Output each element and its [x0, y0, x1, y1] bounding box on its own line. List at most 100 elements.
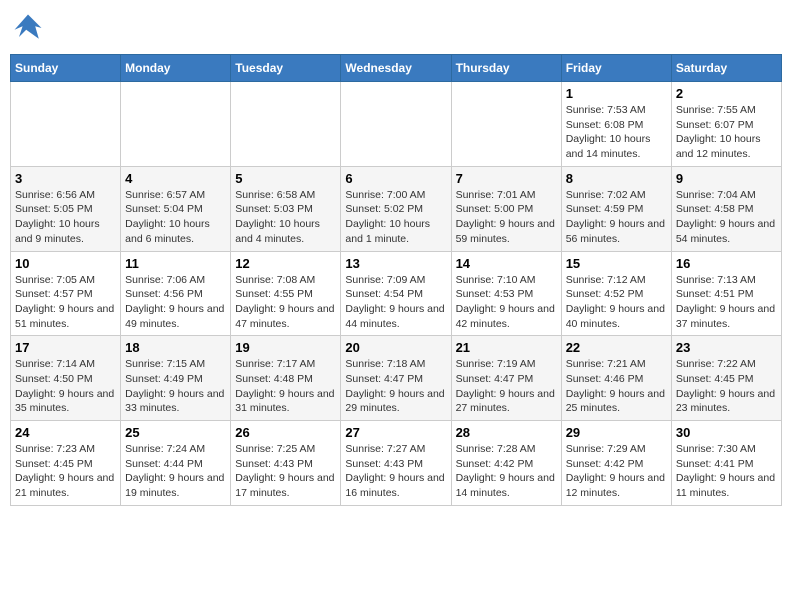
day-info: Sunrise: 7:53 AM Sunset: 6:08 PM Dayligh… — [566, 103, 667, 162]
day-info: Sunrise: 6:58 AM Sunset: 5:03 PM Dayligh… — [235, 188, 336, 247]
day-info: Sunrise: 7:02 AM Sunset: 4:59 PM Dayligh… — [566, 188, 667, 247]
day-info: Sunrise: 7:12 AM Sunset: 4:52 PM Dayligh… — [566, 273, 667, 332]
day-info: Sunrise: 7:17 AM Sunset: 4:48 PM Dayligh… — [235, 357, 336, 416]
day-number: 2 — [676, 86, 777, 101]
calendar-cell: 11 Sunrise: 7:06 AM Sunset: 4:56 PM Dayli… — [121, 251, 231, 336]
calendar-cell: 27 Sunrise: 7:27 AM Sunset: 4:43 PM Dayli… — [341, 421, 451, 506]
day-info: Sunrise: 7:14 AM Sunset: 4:50 PM Dayligh… — [15, 357, 116, 416]
day-info: Sunrise: 7:29 AM Sunset: 4:42 PM Dayligh… — [566, 442, 667, 501]
calendar-week-5: 24 Sunrise: 7:23 AM Sunset: 4:45 PM Dayli… — [11, 421, 782, 506]
calendar-cell: 22 Sunrise: 7:21 AM Sunset: 4:46 PM Dayli… — [561, 336, 671, 421]
header-sunday: Sunday — [11, 55, 121, 82]
day-info: Sunrise: 7:28 AM Sunset: 4:42 PM Dayligh… — [456, 442, 557, 501]
day-number: 4 — [125, 171, 226, 186]
day-info: Sunrise: 6:56 AM Sunset: 5:05 PM Dayligh… — [15, 188, 116, 247]
logo — [10, 10, 50, 46]
day-number: 15 — [566, 256, 667, 271]
calendar-week-4: 17 Sunrise: 7:14 AM Sunset: 4:50 PM Dayli… — [11, 336, 782, 421]
day-info: Sunrise: 7:21 AM Sunset: 4:46 PM Dayligh… — [566, 357, 667, 416]
day-number: 17 — [15, 340, 116, 355]
day-number: 23 — [676, 340, 777, 355]
day-number: 21 — [456, 340, 557, 355]
header-thursday: Thursday — [451, 55, 561, 82]
calendar-cell: 20Sunrise: 7:18 AM Sunset: 4:47 PM Dayli… — [341, 336, 451, 421]
calendar-cell: 3 Sunrise: 6:56 AM Sunset: 5:05 PM Daylig… — [11, 166, 121, 251]
day-number: 28 — [456, 425, 557, 440]
day-info: Sunrise: 7:30 AM Sunset: 4:41 PM Dayligh… — [676, 442, 777, 501]
header-saturday: Saturday — [671, 55, 781, 82]
day-info: Sunrise: 7:19 AM Sunset: 4:47 PM Dayligh… — [456, 357, 557, 416]
calendar-cell: 19 Sunrise: 7:17 AM Sunset: 4:48 PM Dayli… — [231, 336, 341, 421]
calendar-cell — [11, 82, 121, 167]
day-number: 29 — [566, 425, 667, 440]
calendar-cell: 12 Sunrise: 7:08 AM Sunset: 4:55 PM Dayli… — [231, 251, 341, 336]
calendar-cell: 21 Sunrise: 7:19 AM Sunset: 4:47 PM Dayli… — [451, 336, 561, 421]
calendar-cell: 25 Sunrise: 7:24 AM Sunset: 4:44 PM Dayli… — [121, 421, 231, 506]
header-monday: Monday — [121, 55, 231, 82]
day-info: Sunrise: 7:10 AM Sunset: 4:53 PM Dayligh… — [456, 273, 557, 332]
day-number: 13 — [345, 256, 446, 271]
calendar-cell — [341, 82, 451, 167]
header-friday: Friday — [561, 55, 671, 82]
day-number: 27 — [345, 425, 446, 440]
day-info: Sunrise: 7:08 AM Sunset: 4:55 PM Dayligh… — [235, 273, 336, 332]
day-info: Sunrise: 7:06 AM Sunset: 4:56 PM Dayligh… — [125, 273, 226, 332]
calendar-cell — [451, 82, 561, 167]
calendar-cell: 10Sunrise: 7:05 AM Sunset: 4:57 PM Dayli… — [11, 251, 121, 336]
calendar-header-row: SundayMondayTuesdayWednesdayThursdayFrid… — [11, 55, 782, 82]
day-number: 3 — [15, 171, 116, 186]
header-tuesday: Tuesday — [231, 55, 341, 82]
calendar-cell: 16 Sunrise: 7:13 AM Sunset: 4:51 PM Dayli… — [671, 251, 781, 336]
header-wednesday: Wednesday — [341, 55, 451, 82]
day-info: Sunrise: 7:13 AM Sunset: 4:51 PM Dayligh… — [676, 273, 777, 332]
day-number: 7 — [456, 171, 557, 186]
day-number: 24 — [15, 425, 116, 440]
day-number: 18 — [125, 340, 226, 355]
day-number: 25 — [125, 425, 226, 440]
calendar-cell: 29 Sunrise: 7:29 AM Sunset: 4:42 PM Dayli… — [561, 421, 671, 506]
calendar-cell: 4 Sunrise: 6:57 AM Sunset: 5:04 PM Daylig… — [121, 166, 231, 251]
day-number: 19 — [235, 340, 336, 355]
day-info: Sunrise: 7:24 AM Sunset: 4:44 PM Dayligh… — [125, 442, 226, 501]
calendar-cell — [121, 82, 231, 167]
day-number: 5 — [235, 171, 336, 186]
day-info: Sunrise: 7:22 AM Sunset: 4:45 PM Dayligh… — [676, 357, 777, 416]
day-info: Sunrise: 7:05 AM Sunset: 4:57 PM Dayligh… — [15, 273, 116, 332]
day-info: Sunrise: 7:09 AM Sunset: 4:54 PM Dayligh… — [345, 273, 446, 332]
calendar-cell: 30Sunrise: 7:30 AM Sunset: 4:41 PM Dayli… — [671, 421, 781, 506]
day-info: Sunrise: 7:01 AM Sunset: 5:00 PM Dayligh… — [456, 188, 557, 247]
day-number: 14 — [456, 256, 557, 271]
calendar-cell: 23 Sunrise: 7:22 AM Sunset: 4:45 PM Dayli… — [671, 336, 781, 421]
day-info: Sunrise: 7:00 AM Sunset: 5:02 PM Dayligh… — [345, 188, 446, 247]
calendar-week-3: 10Sunrise: 7:05 AM Sunset: 4:57 PM Dayli… — [11, 251, 782, 336]
day-info: Sunrise: 7:27 AM Sunset: 4:43 PM Dayligh… — [345, 442, 446, 501]
day-number: 6 — [345, 171, 446, 186]
day-number: 12 — [235, 256, 336, 271]
day-number: 16 — [676, 256, 777, 271]
day-number: 8 — [566, 171, 667, 186]
calendar-cell: 18 Sunrise: 7:15 AM Sunset: 4:49 PM Dayli… — [121, 336, 231, 421]
logo-icon — [10, 10, 46, 46]
calendar-cell: 9 Sunrise: 7:04 AM Sunset: 4:58 PM Daylig… — [671, 166, 781, 251]
calendar-week-2: 3 Sunrise: 6:56 AM Sunset: 5:05 PM Daylig… — [11, 166, 782, 251]
day-number: 1 — [566, 86, 667, 101]
day-number: 26 — [235, 425, 336, 440]
calendar-cell — [231, 82, 341, 167]
day-number: 9 — [676, 171, 777, 186]
day-info: Sunrise: 7:25 AM Sunset: 4:43 PM Dayligh… — [235, 442, 336, 501]
calendar-cell: 1 Sunrise: 7:53 AM Sunset: 6:08 PM Daylig… — [561, 82, 671, 167]
day-info: Sunrise: 7:15 AM Sunset: 4:49 PM Dayligh… — [125, 357, 226, 416]
day-number: 22 — [566, 340, 667, 355]
calendar-cell: 7 Sunrise: 7:01 AM Sunset: 5:00 PM Daylig… — [451, 166, 561, 251]
calendar-cell: 6 Sunrise: 7:00 AM Sunset: 5:02 PM Daylig… — [341, 166, 451, 251]
day-info: Sunrise: 6:57 AM Sunset: 5:04 PM Dayligh… — [125, 188, 226, 247]
day-info: Sunrise: 7:55 AM Sunset: 6:07 PM Dayligh… — [676, 103, 777, 162]
calendar-cell: 14 Sunrise: 7:10 AM Sunset: 4:53 PM Dayli… — [451, 251, 561, 336]
calendar-cell: 2 Sunrise: 7:55 AM Sunset: 6:07 PM Daylig… — [671, 82, 781, 167]
calendar-cell: 13 Sunrise: 7:09 AM Sunset: 4:54 PM Dayli… — [341, 251, 451, 336]
day-number: 11 — [125, 256, 226, 271]
calendar-table: SundayMondayTuesdayWednesdayThursdayFrid… — [10, 54, 782, 506]
day-info: Sunrise: 7:04 AM Sunset: 4:58 PM Dayligh… — [676, 188, 777, 247]
day-info: Sunrise: 7:23 AM Sunset: 4:45 PM Dayligh… — [15, 442, 116, 501]
calendar-cell: 8 Sunrise: 7:02 AM Sunset: 4:59 PM Daylig… — [561, 166, 671, 251]
